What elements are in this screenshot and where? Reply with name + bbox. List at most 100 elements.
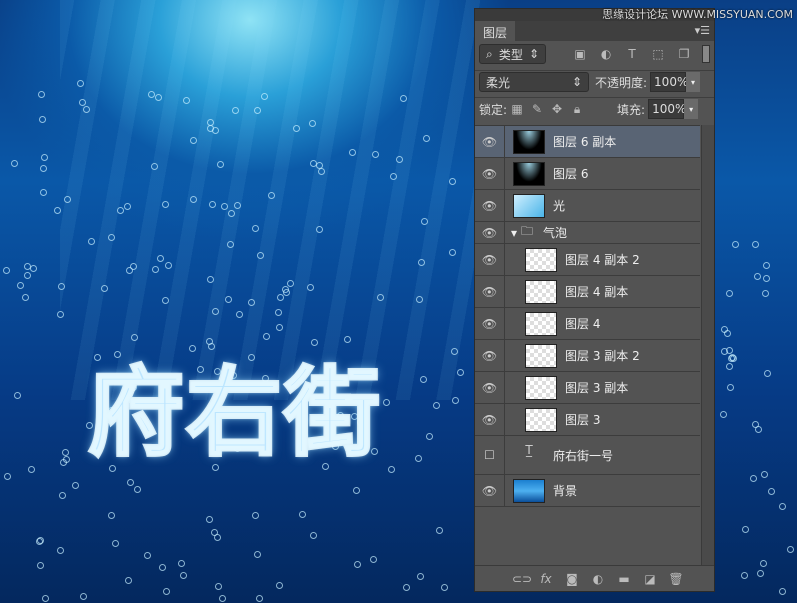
bubble bbox=[101, 284, 109, 292]
bubble bbox=[42, 595, 50, 603]
fx-icon[interactable]: fx bbox=[538, 572, 554, 586]
eye-icon[interactable]: 👁︎ bbox=[475, 372, 505, 403]
eye-icon[interactable]: 👁︎ bbox=[475, 404, 505, 435]
filter-toggle[interactable] bbox=[702, 45, 710, 63]
layer-row[interactable]: 👁︎ ▾ 🗀︎ 气泡 bbox=[475, 222, 700, 244]
bubble bbox=[750, 474, 758, 482]
delete-icon[interactable]: 🗑︎ bbox=[668, 572, 684, 586]
bubble bbox=[11, 160, 19, 168]
layer-row[interactable]: 👁︎ 背景 bbox=[475, 475, 700, 507]
bubble bbox=[3, 267, 11, 275]
bubble bbox=[215, 582, 223, 590]
opacity-input[interactable]: 100% bbox=[650, 72, 688, 92]
new-group-icon[interactable]: ▬ bbox=[616, 572, 632, 586]
layer-row[interactable]: 👁︎ 图层 3 副本 bbox=[475, 372, 700, 404]
bubble bbox=[432, 402, 440, 409]
layer-name: 图层 3 副本 bbox=[565, 381, 629, 395]
layer-row[interactable]: 👁︎ 光 bbox=[475, 190, 700, 222]
bubble bbox=[177, 559, 185, 567]
bubble bbox=[24, 271, 32, 279]
eye-icon[interactable]: 👁︎ bbox=[475, 340, 505, 371]
bubble bbox=[306, 283, 314, 291]
filter-kind-select[interactable]: ⌕ 类型 ⇕ bbox=[479, 44, 547, 64]
layer-row[interactable]: 👁︎ 图层 3 bbox=[475, 404, 700, 436]
bubble bbox=[354, 560, 362, 568]
add-mask-icon[interactable]: ◙ bbox=[564, 572, 580, 586]
expand-chevron-icon[interactable]: ▾ bbox=[511, 226, 517, 240]
scrollbar[interactable] bbox=[701, 125, 714, 567]
bubble bbox=[414, 455, 422, 463]
layer-name: 气泡 bbox=[543, 226, 568, 240]
eye-icon[interactable]: 👁︎ bbox=[475, 308, 505, 339]
panel-menu-icon[interactable]: ▾☰ bbox=[695, 24, 710, 37]
layer-thumbnail bbox=[513, 129, 545, 154]
tab-layers[interactable]: 图层 bbox=[475, 21, 516, 41]
layer-name: 图层 4 bbox=[565, 317, 601, 331]
lock-all-icon[interactable]: 🔒︎ bbox=[567, 102, 587, 117]
adjustment-filter-icon[interactable]: ◐ bbox=[596, 47, 616, 61]
fill-dropdown[interactable]: ▾ bbox=[684, 99, 699, 119]
layer-row[interactable]: 👁︎ 图层 3 副本 2 bbox=[475, 340, 700, 372]
eye-icon[interactable]: 👁︎ bbox=[475, 126, 505, 157]
bubble bbox=[441, 584, 449, 592]
layer-thumbnail bbox=[513, 161, 545, 186]
layer-row[interactable]: 👁︎ 图层 6 副本 bbox=[475, 126, 700, 158]
layer-row[interactable]: ☐ T̲ 府右街一号 bbox=[475, 436, 700, 475]
eye-icon[interactable]: 👁︎ bbox=[475, 475, 505, 506]
bubble bbox=[370, 555, 378, 563]
layer-row[interactable]: 👁︎ 图层 4 副本 bbox=[475, 276, 700, 308]
visibility-off-box[interactable]: ☐ bbox=[475, 436, 505, 474]
lock-position-icon[interactable]: ✥ bbox=[547, 102, 567, 116]
opacity-dropdown[interactable]: ▾ bbox=[686, 72, 701, 92]
eye-icon[interactable]: 👁︎ bbox=[475, 244, 505, 275]
bubble bbox=[38, 90, 46, 98]
bubble bbox=[779, 502, 787, 510]
eye-icon[interactable]: 👁︎ bbox=[475, 158, 505, 189]
layer-row[interactable]: 👁︎ 图层 4 bbox=[475, 308, 700, 340]
image-filter-icon[interactable]: ▣ bbox=[570, 47, 590, 61]
bubble bbox=[352, 486, 360, 494]
bubble bbox=[763, 274, 771, 282]
layer-row[interactable]: 👁︎ 图层 6 bbox=[475, 158, 700, 190]
layer-row[interactable]: 👁︎ 图层 4 副本 2 bbox=[475, 244, 700, 276]
bubble bbox=[23, 262, 31, 270]
bubble bbox=[189, 136, 197, 144]
bubble bbox=[40, 189, 48, 197]
layer-name: 府右街一号 bbox=[553, 448, 614, 463]
lock-label: 锁定: bbox=[479, 102, 508, 117]
bubble bbox=[754, 272, 762, 280]
bubble bbox=[161, 296, 169, 304]
bubble bbox=[87, 238, 95, 246]
bubble bbox=[286, 279, 294, 287]
lock-paint-icon[interactable]: ✎ bbox=[527, 102, 547, 116]
lock-transparent-icon[interactable]: ▦ bbox=[507, 102, 527, 116]
bubble bbox=[315, 226, 323, 234]
blend-mode-select[interactable]: 柔光 ⇕ bbox=[479, 72, 589, 92]
bubble bbox=[28, 465, 36, 473]
bubble bbox=[127, 478, 135, 486]
eye-icon[interactable]: 👁︎ bbox=[475, 190, 505, 221]
link-layers-icon[interactable]: ⊂⊃ bbox=[512, 572, 532, 586]
bubble bbox=[252, 511, 260, 519]
bubble bbox=[396, 155, 404, 163]
updown-icon: ⇕ bbox=[571, 75, 582, 89]
fill-input[interactable]: 100% bbox=[648, 99, 686, 119]
adjustment-layer-icon[interactable]: ◐ bbox=[590, 572, 606, 586]
eye-icon[interactable]: 👁︎ bbox=[475, 276, 505, 307]
bubble bbox=[731, 241, 739, 249]
layers-list: 👁︎ 图层 6 副本 👁︎ 图层 6 👁︎ 光 👁︎ ▾ 🗀︎ 气泡 👁︎ 图层 4 副本 2 👁︎ 图… bbox=[475, 125, 700, 567]
layer-name: 背景 bbox=[553, 484, 578, 498]
bubble bbox=[152, 265, 160, 273]
bubble bbox=[420, 375, 428, 383]
eye-icon[interactable]: 👁︎ bbox=[475, 222, 505, 243]
bubble bbox=[56, 310, 64, 318]
bubble bbox=[752, 420, 760, 428]
bubble bbox=[179, 571, 187, 579]
type-filter-icon[interactable]: T bbox=[622, 47, 642, 61]
watermark: 思缘设计论坛 WWW.MISSYUAN.COM bbox=[602, 8, 793, 21]
bubble bbox=[163, 588, 170, 596]
new-layer-icon[interactable]: ◪ bbox=[642, 572, 658, 586]
shape-filter-icon[interactable]: ⬚ bbox=[648, 47, 668, 61]
bubble bbox=[298, 511, 306, 519]
smart-object-filter-icon[interactable]: ❐ bbox=[674, 47, 694, 61]
